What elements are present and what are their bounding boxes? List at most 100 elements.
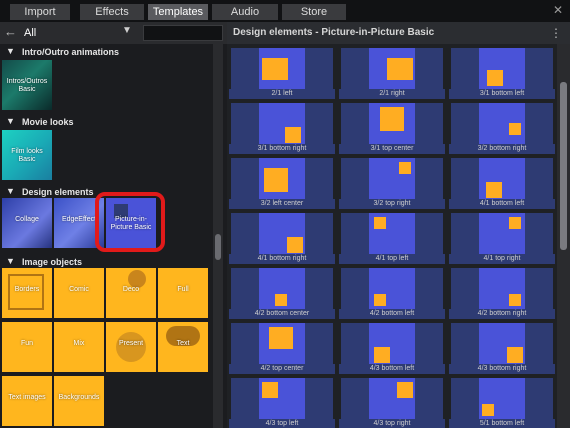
grid-item[interactable]: 4/2 bottom right (449, 266, 555, 320)
grid-item-label: 4/2 bottom center (229, 309, 335, 319)
filter-label: All (24, 27, 37, 39)
tile-full[interactable]: Full (158, 268, 208, 318)
template-thumbnail (341, 268, 443, 310)
grid-item[interactable]: 3/1 bottom right (229, 101, 335, 155)
chevron-down-icon: ▼ (6, 186, 15, 196)
grid-item[interactable]: 4/2 bottom left (339, 266, 445, 320)
tab-templates[interactable]: Templates (148, 4, 208, 20)
tile-label: Collage (15, 216, 39, 223)
tile-label: Fun (20, 340, 34, 347)
tile-comic[interactable]: Comic (54, 268, 104, 318)
tile-label: Backgrounds (58, 394, 100, 401)
tile-label: Mix (73, 340, 85, 347)
left-scrollbar[interactable] (213, 44, 223, 428)
chevron-down-icon: ▼ (6, 46, 15, 56)
highlight-frame (95, 192, 165, 252)
tile-label: Film looks Basic (11, 148, 43, 163)
tile-deco[interactable]: Deco (106, 268, 156, 318)
chevron-down-icon[interactable]: ▼ (122, 25, 132, 36)
grid-item[interactable]: 4/1 top right (449, 211, 555, 265)
grid-item-label: 3/1 bottom left (449, 89, 555, 99)
grid-item[interactable]: 3/2 left center (229, 156, 335, 210)
template-thumbnail (231, 48, 333, 90)
tile-present[interactable]: Present (106, 322, 156, 372)
grid-item-label: 4/3 bottom left (339, 364, 445, 374)
tile-text-images[interactable]: Text images (2, 376, 52, 426)
tile-collage[interactable]: Collage (2, 198, 52, 248)
template-thumbnail (341, 103, 443, 145)
tile-fun[interactable]: Fun (2, 322, 52, 372)
grid-item[interactable]: 2/1 right (339, 46, 445, 100)
grid-item[interactable]: 4/1 top left (339, 211, 445, 265)
grid-item-label: 4/1 bottom right (229, 254, 335, 264)
template-thumbnail (341, 323, 443, 365)
template-thumbnail (341, 158, 443, 200)
tile-mix[interactable]: Mix (54, 322, 104, 372)
tile-text[interactable]: Text (158, 322, 208, 372)
tab-effects[interactable]: Effects (80, 4, 144, 20)
grid-item[interactable]: 3/2 top right (339, 156, 445, 210)
tile-label: Text (176, 340, 190, 347)
tab-import[interactable]: Import (10, 4, 70, 20)
section-label: Intro/Outro animations (22, 47, 120, 57)
grid-item-label: 4/3 top left (229, 419, 335, 428)
template-thumbnail (451, 213, 553, 255)
template-thumbnail (451, 48, 553, 90)
grid-item[interactable]: 4/3 top right (339, 376, 445, 428)
grid-item[interactable]: 2/1 left (229, 46, 335, 100)
section-intro[interactable]: ▼ Intro/Outro animations (0, 46, 213, 60)
scroll-thumb[interactable] (560, 82, 567, 250)
back-arrow-icon[interactable]: ← (4, 25, 18, 39)
more-options-icon[interactable]: ⋮ (550, 27, 562, 39)
tile-intros-outros-basic[interactable]: Intros/Outros Basic (2, 60, 52, 110)
grid-item-label: 4/2 top center (229, 364, 335, 374)
grid-item[interactable]: 4/3 bottom left (339, 321, 445, 375)
filter-bar: ← All ▼ (0, 22, 227, 44)
grid-item-label: 3/2 bottom right (449, 144, 555, 154)
grid-item-label: 5/1 bottom left (449, 419, 555, 428)
tile-label: Borders (14, 286, 40, 293)
grid-item-label: 3/1 top center (339, 144, 445, 154)
template-thumbnail (341, 213, 443, 255)
search-input[interactable] (143, 25, 223, 41)
template-thumbnail (341, 48, 443, 90)
tile-label: Intros/Outros Basic (6, 78, 48, 93)
chevron-down-icon: ▼ (6, 116, 15, 126)
section-label: Design elements (22, 187, 94, 197)
tab-store[interactable]: Store (282, 4, 346, 20)
template-thumbnail (231, 323, 333, 365)
grid-item[interactable]: 4/2 bottom center (229, 266, 335, 320)
grid-item[interactable]: 4/2 top center (229, 321, 335, 375)
tab-audio[interactable]: Audio (212, 4, 278, 20)
scroll-thumb[interactable] (215, 234, 221, 260)
grid-item-label: 3/2 left center (229, 199, 335, 209)
template-thumbnail (451, 323, 553, 365)
grid-item-label: 4/1 bottom left (449, 199, 555, 209)
template-thumbnail (451, 378, 553, 420)
right-scrollbar[interactable] (557, 44, 570, 428)
grid-item[interactable]: 4/3 top left (229, 376, 335, 428)
grid-item-label: 3/2 top right (339, 199, 445, 209)
template-thumbnail (231, 103, 333, 145)
template-thumbnail (341, 378, 443, 420)
close-icon[interactable]: ✕ (552, 4, 564, 16)
grid-item[interactable]: 5/1 bottom left (449, 376, 555, 428)
grid-item[interactable]: 4/3 bottom right (449, 321, 555, 375)
grid-item-label: 4/2 bottom right (449, 309, 555, 319)
section-movie-looks[interactable]: ▼ Movie looks (0, 116, 213, 130)
template-thumbnail (451, 268, 553, 310)
template-thumbnail (231, 268, 333, 310)
grid-item[interactable]: 3/1 bottom left (449, 46, 555, 100)
tile-film-looks-basic[interactable]: Film looks Basic (2, 130, 52, 180)
panel-title: Design elements - Picture-in-Picture Bas… (233, 27, 435, 38)
template-thumbnail (231, 213, 333, 255)
grid-item-label: 2/1 left (229, 89, 335, 99)
grid-item[interactable]: 3/2 bottom right (449, 101, 555, 155)
tile-backgrounds[interactable]: Backgrounds (54, 376, 104, 426)
tile-label: Text images (8, 394, 46, 401)
grid-item[interactable]: 3/1 top center (339, 101, 445, 155)
top-tabbar: Import Effects Templates Audio Store ✕ (0, 0, 570, 22)
tile-borders[interactable]: Borders (2, 268, 52, 318)
grid-item[interactable]: 4/1 bottom left (449, 156, 555, 210)
grid-item[interactable]: 4/1 bottom right (229, 211, 335, 265)
